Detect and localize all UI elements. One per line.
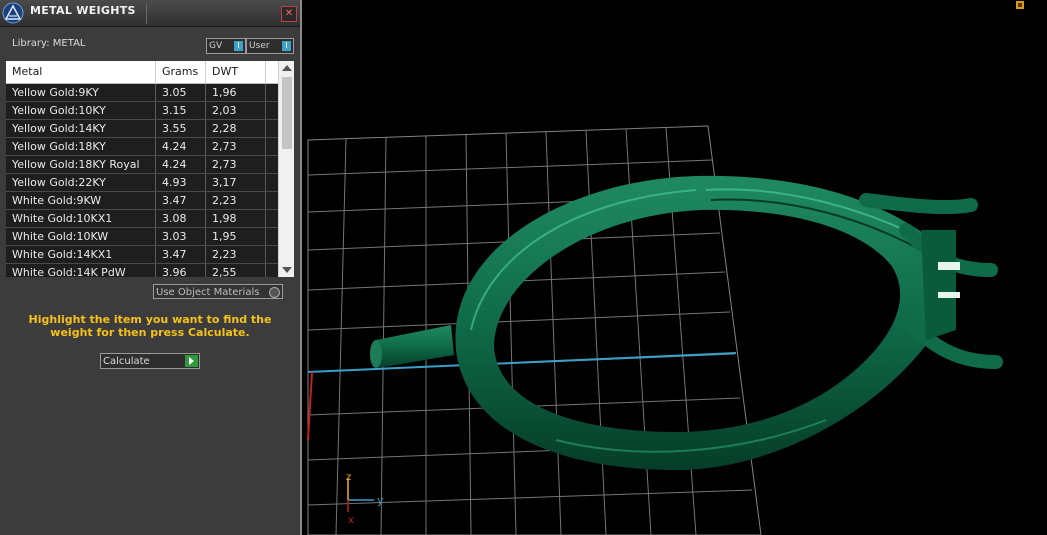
cell-metal: White Gold:14K PdW [6,264,156,277]
cell-blank [266,174,278,191]
panel-title: METAL WEIGHTS [30,4,136,17]
cell-blank [266,120,278,137]
gv-toggle[interactable]: GV I [206,38,246,54]
cell-metal: Yellow Gold:14KY [6,120,156,137]
cell-dwt: 2,73 [206,156,266,173]
table-row[interactable]: White Gold:10KX1 3.08 1,98 [6,210,278,228]
metal-table: Metal Grams DWT Yellow Gold:9KY 3.05 1,96 … [6,61,294,277]
gv-toggle-knob: I [234,41,243,51]
cell-blank [266,192,278,209]
axis-y-label: y [377,494,384,507]
cell-grams: 3.08 [156,210,206,227]
ring-model [370,175,1003,471]
3d-viewport[interactable]: z y x [306,0,1047,535]
cell-dwt: 2,03 [206,102,266,119]
cell-metal: White Gold:10KW [6,228,156,245]
app-logo-icon [2,2,24,24]
cell-metal: Yellow Gold:18KY [6,138,156,155]
table-row[interactable]: Yellow Gold:9KY 3.05 1,96 [6,84,278,102]
gv-label: GV [209,41,223,51]
cell-dwt: 2,55 [206,264,266,277]
cell-dwt: 1,96 [206,84,266,101]
header-dwt[interactable]: DWT [206,61,266,83]
cell-metal: White Gold:14KX1 [6,246,156,263]
calculate-label: Calculate [103,356,150,367]
table-row[interactable]: Yellow Gold:18KY 4.24 2,73 [6,138,278,156]
scroll-thumb[interactable] [282,77,292,149]
use-object-materials-toggle[interactable]: Use Object Materials [153,284,283,299]
axis-gizmo [347,478,374,512]
viewport-canvas: z y x [307,125,1003,535]
cell-blank [266,228,278,245]
table-scrollbar[interactable] [278,61,294,277]
z-axis-line [307,371,313,441]
cell-grams: 4.24 [156,156,206,173]
cell-grams: 3.47 [156,246,206,263]
cell-dwt: 2,23 [206,246,266,263]
cell-blank [266,156,278,173]
cell-dwt: 3,17 [206,174,266,191]
cell-metal: White Gold:10KX1 [6,210,156,227]
table-row[interactable]: Yellow Gold:14KY 3.55 2,28 [6,120,278,138]
user-toggle[interactable]: User I [246,38,294,54]
cell-blank [266,210,278,227]
scroll-up-arrow-icon[interactable] [282,65,292,71]
cell-blank [266,102,278,119]
cell-dwt: 1,95 [206,228,266,245]
header-metal[interactable]: Metal [6,61,156,83]
radio-dot-icon [269,287,280,298]
play-arrow-icon [185,355,198,367]
panel-titlebar[interactable]: METAL WEIGHTS ✕ [0,0,300,27]
cell-blank [266,138,278,155]
cell-grams: 4.93 [156,174,206,191]
title-divider [146,4,147,24]
table-row[interactable]: White Gold:14K PdW 3.96 2,55 [6,264,278,277]
cell-grams: 3.96 [156,264,206,277]
table-row[interactable]: Yellow Gold:18KY Royal 4.24 2,73 [6,156,278,174]
library-label: Library: METAL [12,38,86,49]
user-toggle-knob: I [282,41,291,51]
cell-grams: 3.03 [156,228,206,245]
cell-metal: White Gold:9KW [6,192,156,209]
axis-x-label: x [348,515,354,526]
cell-dwt: 1,98 [206,210,266,227]
cell-metal: Yellow Gold:18KY Royal [6,156,156,173]
cell-blank [266,264,278,277]
table-body: Yellow Gold:9KY 3.05 1,96 Yellow Gold:10KY… [6,84,278,277]
cell-grams: 3.55 [156,120,206,137]
table-row[interactable]: Yellow Gold:22KY 4.93 3,17 [6,174,278,192]
cell-blank [266,246,278,263]
cell-grams: 3.47 [156,192,206,209]
calculate-button[interactable]: Calculate [100,353,200,369]
table-row[interactable]: White Gold:9KW 3.47 2,23 [6,192,278,210]
viewport-corner-icon[interactable] [1015,0,1025,10]
cell-grams: 3.15 [156,102,206,119]
table-row[interactable]: White Gold:10KW 3.03 1,95 [6,228,278,246]
cell-dwt: 2,28 [206,120,266,137]
table-row[interactable]: White Gold:14KX1 3.47 2,23 [6,246,278,264]
close-button[interactable]: ✕ [281,6,297,22]
header-grams[interactable]: Grams [156,61,206,83]
cell-dwt: 2,73 [206,138,266,155]
cell-metal: Yellow Gold:22KY [6,174,156,191]
cell-grams: 3.05 [156,84,206,101]
user-label: User [249,41,270,51]
scroll-down-arrow-icon[interactable] [282,267,292,273]
table-header: Metal Grams DWT [6,61,278,84]
cell-blank [266,84,278,101]
use-object-materials-label: Use Object Materials [156,287,260,298]
cell-metal: Yellow Gold:9KY [6,84,156,101]
cell-dwt: 2,23 [206,192,266,209]
cell-metal: Yellow Gold:10KY [6,102,156,119]
axis-z-label: z [346,472,351,483]
table-row[interactable]: Yellow Gold:10KY 3.15 2,03 [6,102,278,120]
cell-grams: 4.24 [156,138,206,155]
metal-weights-panel: METAL WEIGHTS ✕ Library: METAL GV I User… [0,0,302,535]
instruction-text: Highlight the item you want to find the … [28,313,272,339]
